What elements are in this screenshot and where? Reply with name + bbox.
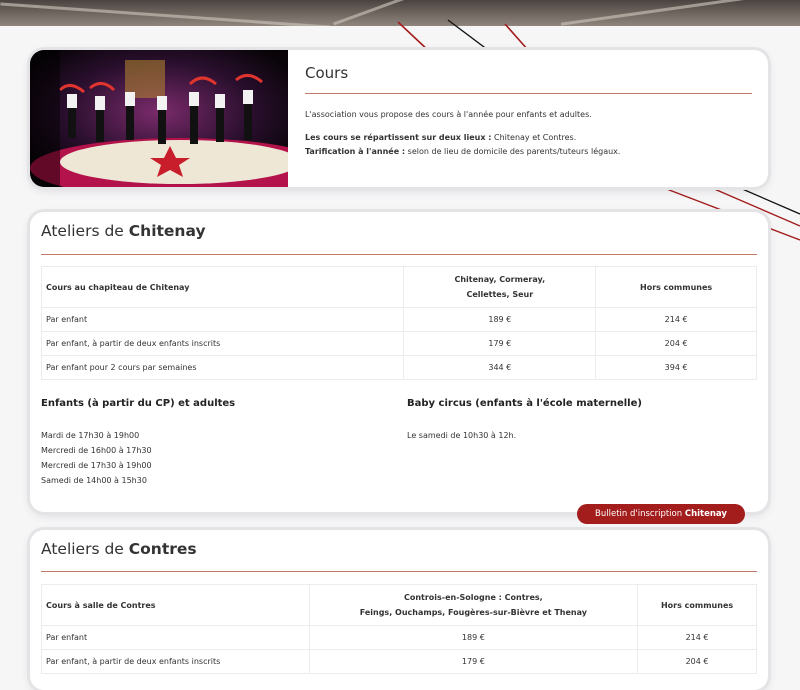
table-header-cell: Cours à salle de Contres [41,584,310,626]
table-cell-price: 394 € [595,355,757,380]
title-place: Contres [128,540,197,558]
cours-lieux-line: Les cours se répartissent sur deux lieux… [305,131,752,145]
lieux-label: Les cours se répartissent sur deux lieux… [305,133,492,142]
header-line: Chitenay, Cormeray, [454,275,546,284]
section-divider [41,254,757,255]
table-row: Par enfant pour 2 cours par semaines 344… [40,355,757,380]
table-header-cell: Hors communes [595,266,757,308]
schedule-item: Samedi de 14h00 à 15h30 [41,476,147,485]
schedule-item: Mardi de 17h30 à 19h00 [41,431,140,440]
baby-circus-title: Baby circus (enfants à l'école maternell… [407,398,642,409]
schedule-item: Mercredi de 16h00 à 17h30 [41,446,152,455]
hero-banner-image [0,0,800,26]
table-header-cell: Controis-en-Sologne : Contres, Feings, Ou… [308,584,639,626]
tarif-value: selon de lieu de domicile des parents/tu… [407,147,621,156]
table-header-row: Cours à salle de Contres Controis-en-Sol… [41,584,757,626]
table-cell-price: 179 € [308,649,639,674]
ateliers-contres-title: Ateliers de Contres [41,540,197,558]
table-row: Par enfant, à partir de deux enfants ins… [41,649,757,674]
button-label-place: Chitenay [684,509,727,519]
table-cell-price: 344 € [403,355,597,380]
table-header-row: Cours au chapiteau de Chitenay Chitenay,… [40,266,757,308]
ateliers-chitenay-title: Ateliers de Chitenay [41,222,206,240]
schedule-item: Mercredi de 17h30 à 19h00 [41,461,152,470]
enfants-schedule-list: Mardi de 17h30 à 19h00 Mercredi de 16h00… [41,428,152,488]
header-line: Controis-en-Sologne : Contres, [403,593,543,602]
header-line: Cellettes, Seur [466,290,534,299]
cours-tarif-line: Tarification à l'année : selon de lieu d… [305,145,752,159]
title-divider [305,93,752,94]
contres-price-table: Cours à salle de Contres Controis-en-Sol… [41,584,757,674]
chitenay-price-table: Cours au chapiteau de Chitenay Chitenay,… [40,266,757,380]
schedule-item: Le samedi de 10h30 à 12h. [407,431,517,440]
cours-title: Cours [305,64,349,82]
ateliers-contres-card: Ateliers de Contres Cours à salle de Con… [30,530,768,690]
table-header-cell: Cours au chapiteau de Chitenay [40,266,405,308]
section-divider [41,571,757,572]
cours-description: Cours L'association vous propose des cou… [305,50,752,159]
tarif-label: Tarification à l'année : [305,147,406,156]
table-header-cell: Chitenay, Cormeray, Cellettes, Seur [403,266,597,308]
table-cell-label: Par enfant pour 2 cours par semaines [40,355,405,380]
table-cell-price: 214 € [595,307,757,332]
table-cell-label: Par enfant [41,625,310,650]
table-cell-label: Par enfant, à partir de deux enfants ins… [40,331,405,356]
table-cell-price: 204 € [595,331,757,356]
ateliers-chitenay-card: Ateliers de Chitenay Cours au chapiteau … [30,212,768,524]
button-label-prefix: Bulletin d'inscription [595,509,683,519]
header-line: Feings, Ouchamps, Fougères-sur-Bièvre et… [359,608,587,617]
table-cell-price: 189 € [308,625,639,650]
cours-card: Cours L'association vous propose des cou… [30,50,768,187]
baby-schedule-list: Le samedi de 10h30 à 12h. [407,428,516,443]
lieux-value: Chitenay et Contres. [494,133,577,142]
title-prefix: Ateliers de [41,540,124,558]
table-cell-label: Par enfant [40,307,405,332]
table-cell-price: 204 € [637,649,757,674]
table-cell-price: 189 € [403,307,597,332]
cours-intro-text: L'association vous propose des cours à l… [305,110,592,119]
table-cell-price: 214 € [637,625,757,650]
title-prefix: Ateliers de [41,222,124,240]
table-row: Par enfant 189 € 214 € [41,625,757,650]
table-header-cell: Hors communes [637,584,757,626]
bulletin-inscription-chitenay-button[interactable]: Bulletin d'inscription Chitenay [577,504,745,524]
title-place: Chitenay [128,222,206,240]
enfants-adultes-title: Enfants (à partir du CP) et adultes [41,398,236,409]
table-cell-label: Par enfant, à partir de deux enfants ins… [41,649,310,674]
circus-performance-photo [30,50,288,187]
table-row: Par enfant 189 € 214 € [40,307,757,332]
table-cell-price: 179 € [403,331,597,356]
table-row: Par enfant, à partir de deux enfants ins… [40,331,757,356]
